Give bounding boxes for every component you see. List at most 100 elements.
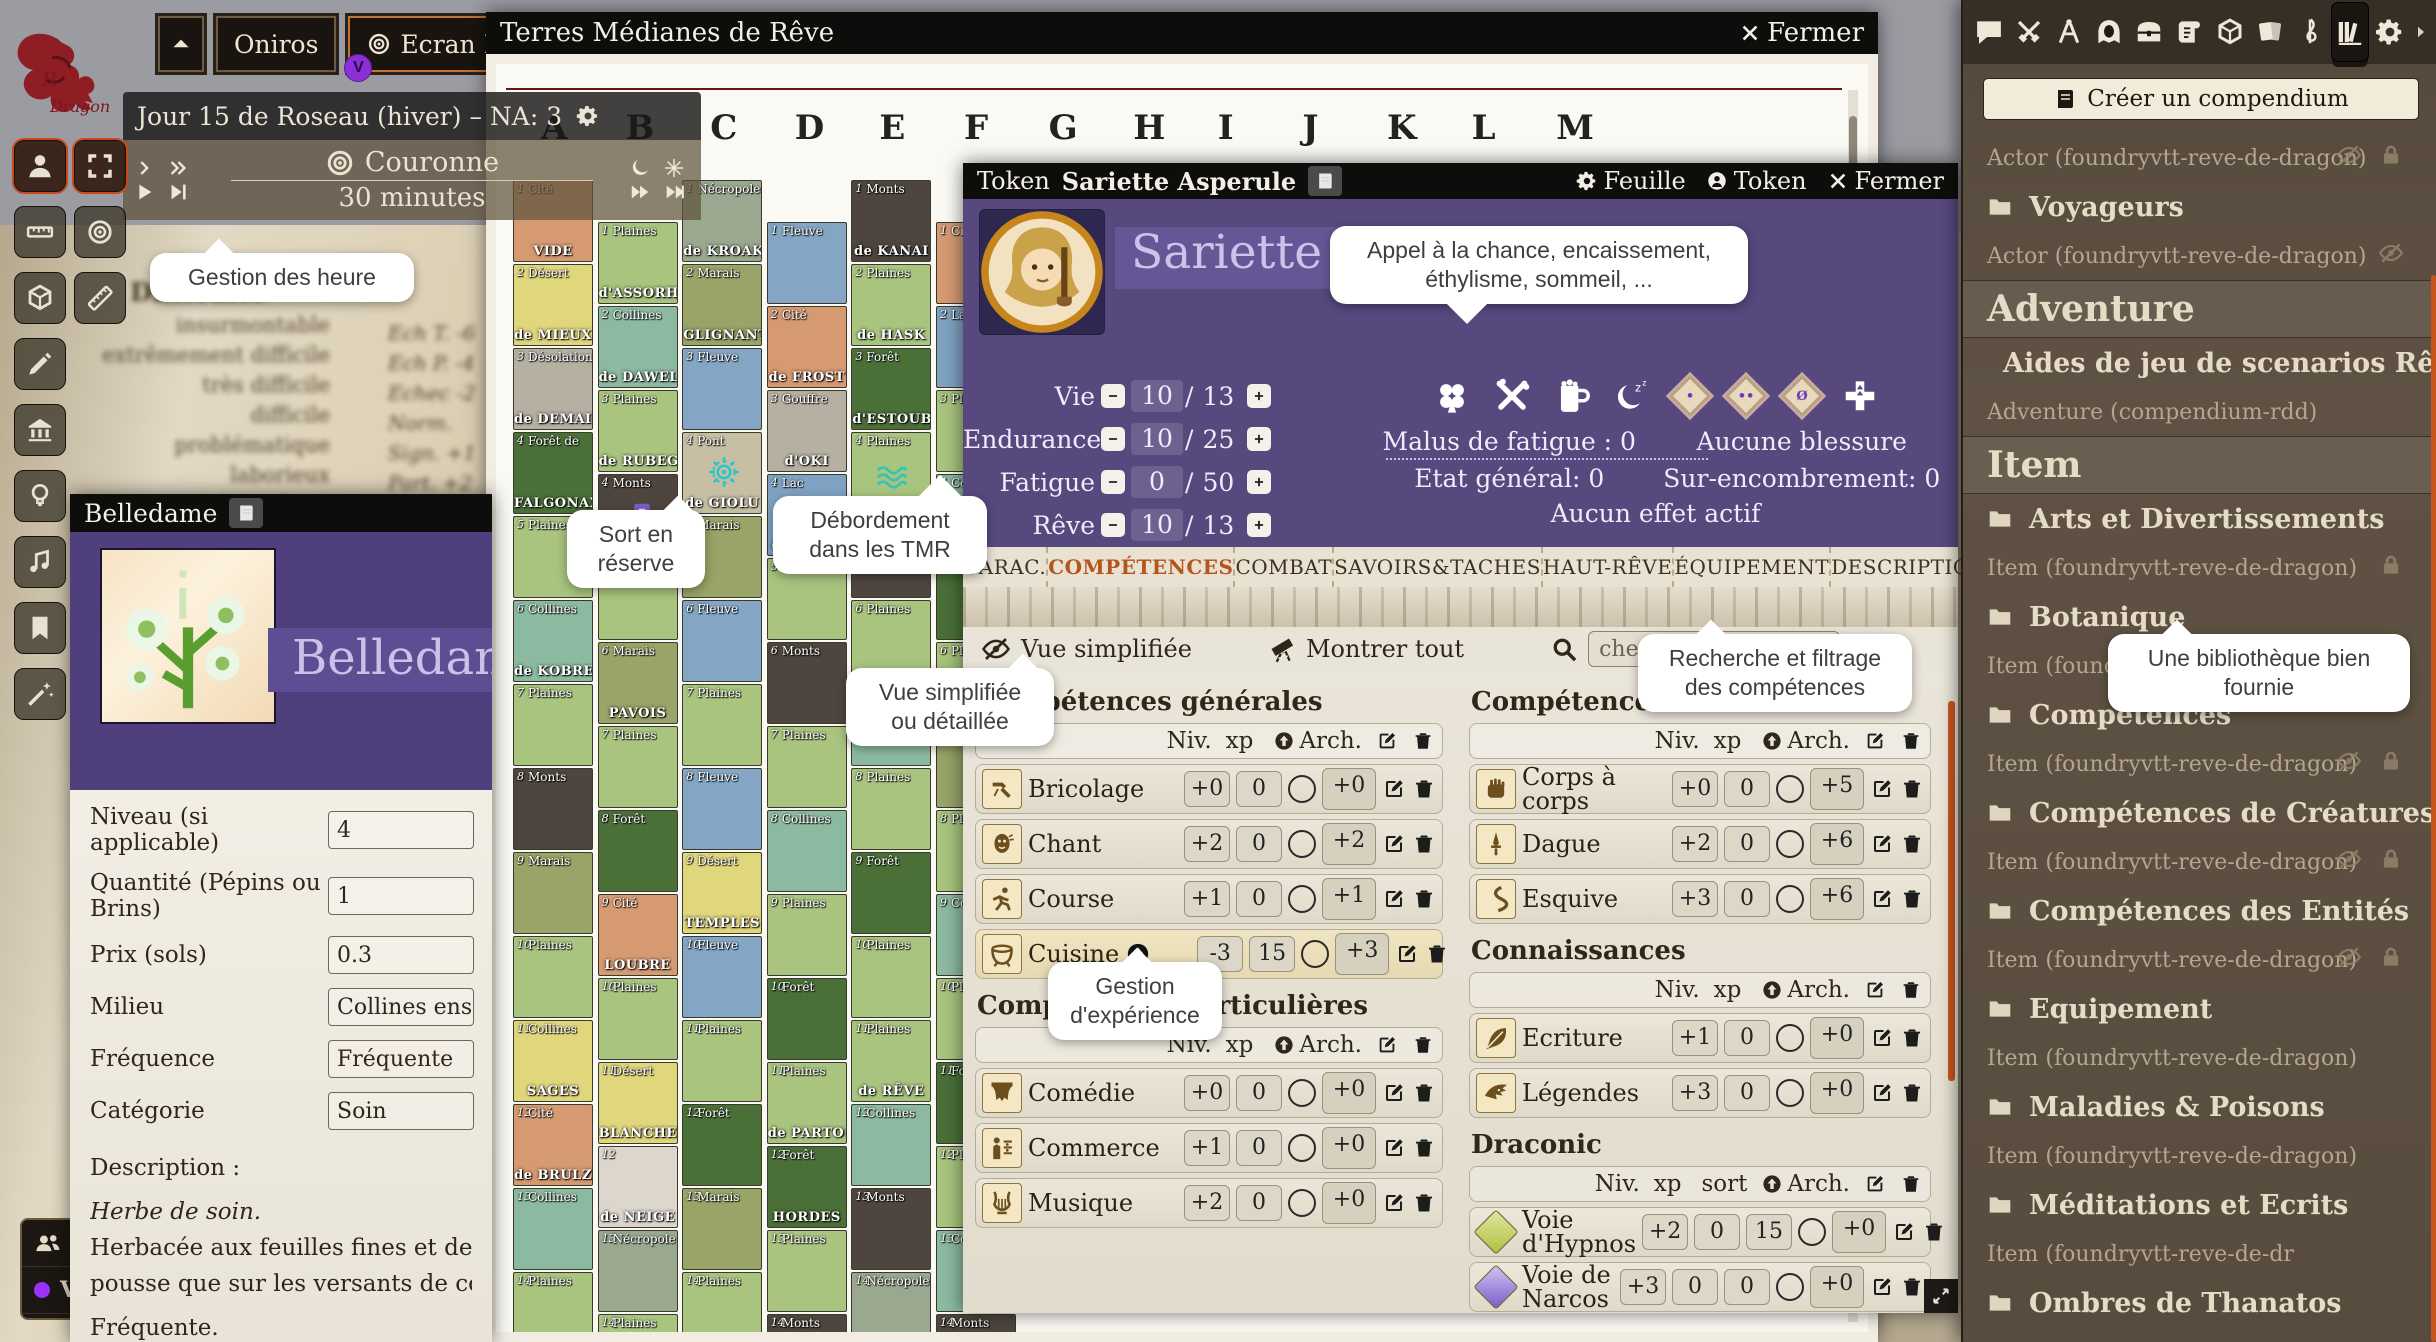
trash-icon[interactable] (1412, 832, 1436, 856)
archetype-ring[interactable] (1288, 885, 1316, 913)
skill-xp-input[interactable]: 0 (1236, 1130, 1282, 1166)
actor-scrollbar-thumb[interactable] (1948, 701, 1955, 1081)
skill-icon-dagger[interactable] (1476, 824, 1516, 864)
skill-icon-lyre[interactable] (982, 1183, 1022, 1223)
skill-arch-input[interactable]: +0 (1810, 1266, 1864, 1308)
trash-icon[interactable] (1900, 730, 1922, 752)
edit-sq-icon[interactable] (1870, 1026, 1894, 1050)
skill-arch-input[interactable]: +6 (1810, 878, 1864, 920)
trash-icon[interactable] (1900, 1275, 1924, 1299)
skill-niv-input[interactable]: +1 (1184, 881, 1230, 917)
compendium-pack[interactable]: Adventure (compendium-rdd) (1963, 388, 2436, 436)
edit-sq-icon[interactable] (1870, 887, 1894, 911)
trash-icon[interactable] (1412, 730, 1434, 752)
tab-haut-r-ve[interactable]: HAUT-RÊVE (1541, 547, 1672, 587)
skill-icon-runner[interactable] (982, 879, 1022, 919)
skill-arch-input[interactable]: +2 (1322, 823, 1376, 865)
tool-bulb-button[interactable] (14, 470, 66, 522)
edit-sq-icon[interactable] (1395, 942, 1419, 966)
diamond-purple-icon[interactable] (1473, 1264, 1518, 1309)
play-icon[interactable] (133, 181, 155, 203)
tab-comp-tences[interactable]: COMPÉTENCES (1046, 547, 1233, 587)
sidebar-tab-hood[interactable] (2091, 9, 2127, 55)
field-select[interactable]: Collines ensoleil (328, 988, 474, 1026)
skill-sort-input[interactable]: 0 (1724, 1269, 1770, 1305)
tool-music-button[interactable] (14, 536, 66, 588)
folder-ombres-de-thanatos[interactable]: Ombres de Thanatos (1963, 1278, 2436, 1328)
sidebar-tab-chat[interactable] (1971, 9, 2007, 55)
skill-sort-input[interactable]: 15 (1746, 1214, 1792, 1250)
trash-icon[interactable] (1922, 1220, 1946, 1244)
edit-sq-icon[interactable] (1892, 1220, 1916, 1244)
tool-bullseye-button[interactable] (74, 206, 126, 258)
encaissement-icon[interactable] (1493, 377, 1531, 415)
skill-arch-input[interactable]: +0 (1832, 1211, 1886, 1253)
wound-marker-1[interactable]: • (1665, 372, 1713, 420)
skill-icon-esquive[interactable] (1476, 879, 1516, 919)
skill-arch-input[interactable]: +0 (1810, 1072, 1864, 1114)
archetype-ring[interactable] (1776, 1079, 1804, 1107)
field-select[interactable]: Fréquente (328, 1040, 474, 1078)
actor-feuille-button[interactable]: Feuille (1576, 167, 1686, 195)
stat-value[interactable]: 0 (1131, 466, 1183, 498)
skill-arch-input[interactable]: +0 (1322, 768, 1376, 810)
ethylisme-icon[interactable] (1553, 377, 1591, 415)
view-toggle-label[interactable]: Vue simplifiée (1021, 635, 1192, 663)
stat-increase-button[interactable] (1247, 427, 1271, 451)
skill-niv-input[interactable]: +3 (1672, 1075, 1718, 1111)
tab-savoirs-taches[interactable]: SAVOIRS&TACHES (1332, 547, 1541, 587)
stat-decrease-button[interactable] (1101, 513, 1125, 537)
skill-icon-dragon[interactable] (1476, 1073, 1516, 1113)
actor-fermer-button[interactable]: Fermer (1827, 167, 1944, 195)
archetype-ring[interactable] (1288, 775, 1316, 803)
edit-sq-icon[interactable] (1870, 1275, 1894, 1299)
trash-icon[interactable] (1900, 1081, 1924, 1105)
archetype-ring[interactable] (1301, 940, 1329, 968)
tool-expand-button[interactable] (74, 140, 126, 192)
actor-avatar[interactable] (979, 209, 1105, 335)
archetype-ring[interactable] (1288, 1189, 1316, 1217)
archetype-ring[interactable] (1798, 1218, 1826, 1246)
archetype-ring[interactable] (1288, 830, 1316, 858)
sidebar-tab-cards[interactable] (2252, 9, 2288, 55)
skill-xp-input[interactable]: 0 (1236, 881, 1282, 917)
map-close-button[interactable]: Fermer (1739, 18, 1864, 48)
skill-xp-input[interactable]: 0 (1694, 1214, 1740, 1250)
skill-xp-input[interactable]: 15 (1249, 936, 1295, 972)
skill-arch-input[interactable]: +0 (1322, 1127, 1376, 1169)
skill-niv-input[interactable]: +3 (1672, 881, 1718, 917)
skill-arch-input[interactable]: +0 (1322, 1072, 1376, 1114)
sidebar-tab-chest[interactable] (2131, 9, 2167, 55)
edit-sq-icon[interactable] (1382, 1191, 1406, 1215)
compendium-pack[interactable]: Item (foundryvtt-reve-de-dragon) (1963, 936, 2436, 984)
skill-arch-input[interactable]: +0 (1810, 1017, 1864, 1059)
archetype-ring[interactable] (1776, 775, 1804, 803)
skill-icon-feather[interactable] (1476, 1018, 1516, 1058)
trash-icon[interactable] (1412, 1136, 1436, 1160)
skill-name[interactable]: Dague (1522, 832, 1666, 856)
field-select[interactable]: Soin (328, 1092, 474, 1130)
stat-decrease-button[interactable] (1101, 470, 1125, 494)
skill-arch-input[interactable]: +3 (1335, 933, 1389, 975)
map-titlebar[interactable]: Terres Médianes de Rêve Fermer (486, 12, 1878, 54)
tool-pen-button[interactable] (14, 338, 66, 390)
edit-sq-icon[interactable] (1870, 832, 1894, 856)
trash-icon[interactable] (1900, 1026, 1924, 1050)
compendium-pack[interactable]: Item (foundryvtt-reve-de-dragon) (1963, 1132, 2436, 1180)
trash-icon[interactable] (1412, 1191, 1436, 1215)
trash-icon[interactable] (1412, 1081, 1436, 1105)
trash-icon[interactable] (1412, 777, 1436, 801)
folder-aides-de-jeu-de-scenarios-rêve-de-dragon-officiels[interactable]: Aides de jeu de scenarios Rêve de Dragon… (1963, 338, 2436, 388)
edit-sq-icon[interactable] (1864, 979, 1886, 1001)
stat-increase-button[interactable] (1247, 513, 1271, 537)
skill-name[interactable]: Musique (1028, 1191, 1178, 1215)
stat-decrease-button[interactable] (1101, 427, 1125, 451)
compendium-pack[interactable]: Item (foundryvtt-reve-de-dragon) (1963, 740, 2436, 788)
skill-name[interactable]: Bricolage (1028, 777, 1178, 801)
stat-increase-button[interactable] (1247, 384, 1271, 408)
edit-sq-icon[interactable] (1382, 887, 1406, 911)
folder-maladies-&-poisons[interactable]: Maladies & Poisons (1963, 1082, 2436, 1132)
sidebar-tab-cube[interactable] (2212, 9, 2248, 55)
field-input[interactable]: 1 (328, 877, 474, 915)
trash-icon[interactable] (1900, 777, 1924, 801)
